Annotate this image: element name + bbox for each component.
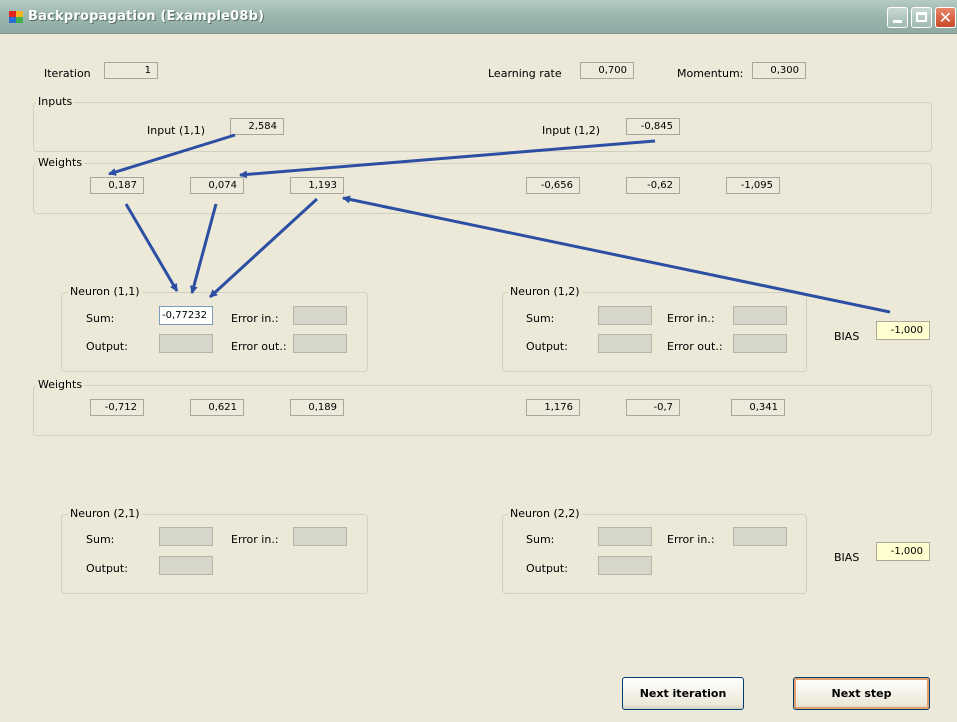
neuron11-sum-label: Sum: bbox=[86, 312, 115, 325]
weights1-group-label: Weights bbox=[36, 156, 85, 169]
neuron21-error-in-label: Error in.: bbox=[231, 533, 279, 546]
app-icon bbox=[9, 11, 23, 23]
arrow-weight1-to-neuron11 bbox=[124, 203, 179, 292]
close-icon: ✕ bbox=[938, 8, 953, 27]
iteration-label: Iteration bbox=[44, 67, 91, 80]
bias2-label: BIAS bbox=[834, 551, 860, 564]
inputs-group-label: Inputs bbox=[36, 95, 75, 108]
neuron21-group bbox=[61, 514, 368, 594]
weight1-field-1[interactable]: 0,187 bbox=[90, 177, 144, 194]
input12-label: Input (1,2) bbox=[542, 124, 601, 137]
close-button[interactable]: ✕ bbox=[935, 7, 956, 28]
iteration-field[interactable]: 1 bbox=[104, 62, 158, 79]
weights2-group bbox=[33, 385, 932, 436]
minimize-button[interactable] bbox=[887, 7, 908, 28]
neuron22-error-in-label: Error in.: bbox=[667, 533, 715, 546]
input12-field[interactable]: -0,845 bbox=[626, 118, 680, 135]
weight2-field-5[interactable]: -0,7 bbox=[626, 399, 680, 416]
neuron22-output-field[interactable] bbox=[598, 556, 652, 575]
input11-label: Input (1,1) bbox=[147, 124, 206, 137]
weights1-group bbox=[33, 163, 932, 214]
bias2-field[interactable]: -1,000 bbox=[876, 542, 930, 561]
next-iteration-button[interactable]: Next iteration bbox=[622, 677, 744, 710]
weight2-field-1[interactable]: -0,712 bbox=[90, 399, 144, 416]
neuron21-output-label: Output: bbox=[86, 562, 128, 575]
neuron21-output-field[interactable] bbox=[159, 556, 213, 575]
weight2-field-6[interactable]: 0,341 bbox=[731, 399, 785, 416]
neuron12-output-label: Output: bbox=[526, 340, 568, 353]
neuron12-error-out-label: Error out.: bbox=[667, 340, 723, 353]
neuron12-sum-label: Sum: bbox=[526, 312, 555, 325]
weight1-field-5[interactable]: -0,62 bbox=[626, 177, 680, 194]
bias1-field[interactable]: -1,000 bbox=[876, 321, 930, 340]
weight2-field-2[interactable]: 0,621 bbox=[190, 399, 244, 416]
neuron22-sum-field[interactable] bbox=[598, 527, 652, 546]
weights2-group-label: Weights bbox=[36, 378, 85, 391]
momentum-label: Momentum: bbox=[677, 67, 744, 80]
neuron11-error-out-label: Error out.: bbox=[231, 340, 287, 353]
title-bar: Backpropagation (Example08b) ✕ bbox=[0, 0, 957, 34]
neuron12-error-out-field[interactable] bbox=[733, 334, 787, 353]
neuron11-output-field[interactable] bbox=[159, 334, 213, 353]
window-title: Backpropagation (Example08b) bbox=[28, 9, 265, 24]
neuron11-error-in-field[interactable] bbox=[293, 306, 347, 325]
next-step-button[interactable]: Next step bbox=[793, 677, 930, 710]
neuron21-sum-label: Sum: bbox=[86, 533, 115, 546]
neuron22-sum-label: Sum: bbox=[526, 533, 555, 546]
neuron11-group bbox=[61, 292, 368, 372]
neuron21-error-in-field[interactable] bbox=[293, 527, 347, 546]
weight1-field-6[interactable]: -1,095 bbox=[726, 177, 780, 194]
weight2-field-4[interactable]: 1,176 bbox=[526, 399, 580, 416]
learning-rate-label: Learning rate bbox=[488, 67, 562, 80]
neuron11-output-label: Output: bbox=[86, 340, 128, 353]
neuron11-error-in-label: Error in.: bbox=[231, 312, 279, 325]
bias1-label: BIAS bbox=[834, 330, 860, 343]
weight1-field-4[interactable]: -0,656 bbox=[526, 177, 580, 194]
input11-field[interactable]: 2,584 bbox=[230, 118, 284, 135]
momentum-field[interactable]: 0,300 bbox=[752, 62, 806, 79]
neuron22-output-label: Output: bbox=[526, 562, 568, 575]
neuron12-output-field[interactable] bbox=[598, 334, 652, 353]
neuron12-sum-field[interactable] bbox=[598, 306, 652, 325]
neuron12-error-in-field[interactable] bbox=[733, 306, 787, 325]
neuron21-group-label: Neuron (2,1) bbox=[68, 507, 142, 520]
weight2-field-3[interactable]: 0,189 bbox=[290, 399, 344, 416]
maximize-icon bbox=[916, 12, 927, 22]
neuron11-sum-field[interactable]: -0,77232 bbox=[159, 306, 213, 325]
neuron12-group-label: Neuron (1,2) bbox=[508, 285, 582, 298]
neuron12-error-in-label: Error in.: bbox=[667, 312, 715, 325]
neuron22-group bbox=[502, 514, 807, 594]
neuron22-group-label: Neuron (2,2) bbox=[508, 507, 582, 520]
weight1-field-2[interactable]: 0,074 bbox=[190, 177, 244, 194]
neuron12-group bbox=[502, 292, 807, 372]
arrow-weight2-to-neuron11 bbox=[189, 203, 218, 294]
neuron11-error-out-field[interactable] bbox=[293, 334, 347, 353]
maximize-button[interactable] bbox=[911, 7, 932, 28]
learning-rate-field[interactable]: 0,700 bbox=[580, 62, 634, 79]
minimize-icon bbox=[893, 20, 902, 23]
neuron11-group-label: Neuron (1,1) bbox=[68, 285, 142, 298]
neuron21-sum-field[interactable] bbox=[159, 527, 213, 546]
neuron22-error-in-field[interactable] bbox=[733, 527, 787, 546]
weight1-field-3[interactable]: 1,193 bbox=[290, 177, 344, 194]
